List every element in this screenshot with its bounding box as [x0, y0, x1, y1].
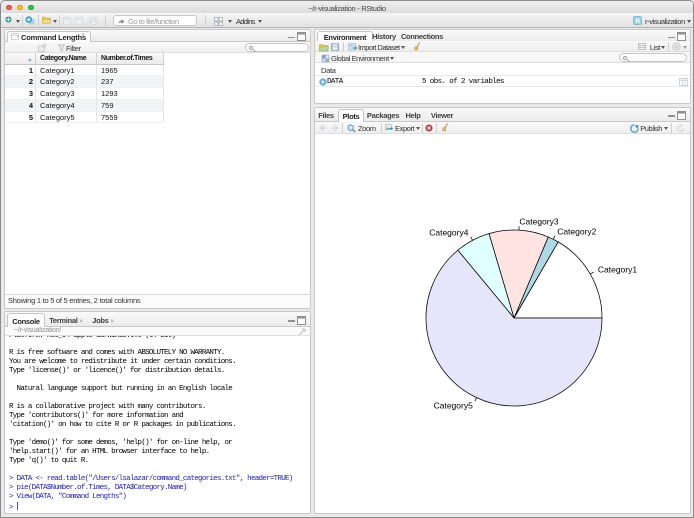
svg-text:Category1: Category1 [598, 265, 637, 275]
svg-text:Category4: Category4 [429, 228, 468, 238]
svg-text:R: R [635, 18, 640, 25]
svg-text:Category5: Category5 [434, 401, 473, 411]
svg-text:Category2: Category2 [557, 226, 596, 236]
svg-text:Category3: Category3 [519, 216, 558, 226]
